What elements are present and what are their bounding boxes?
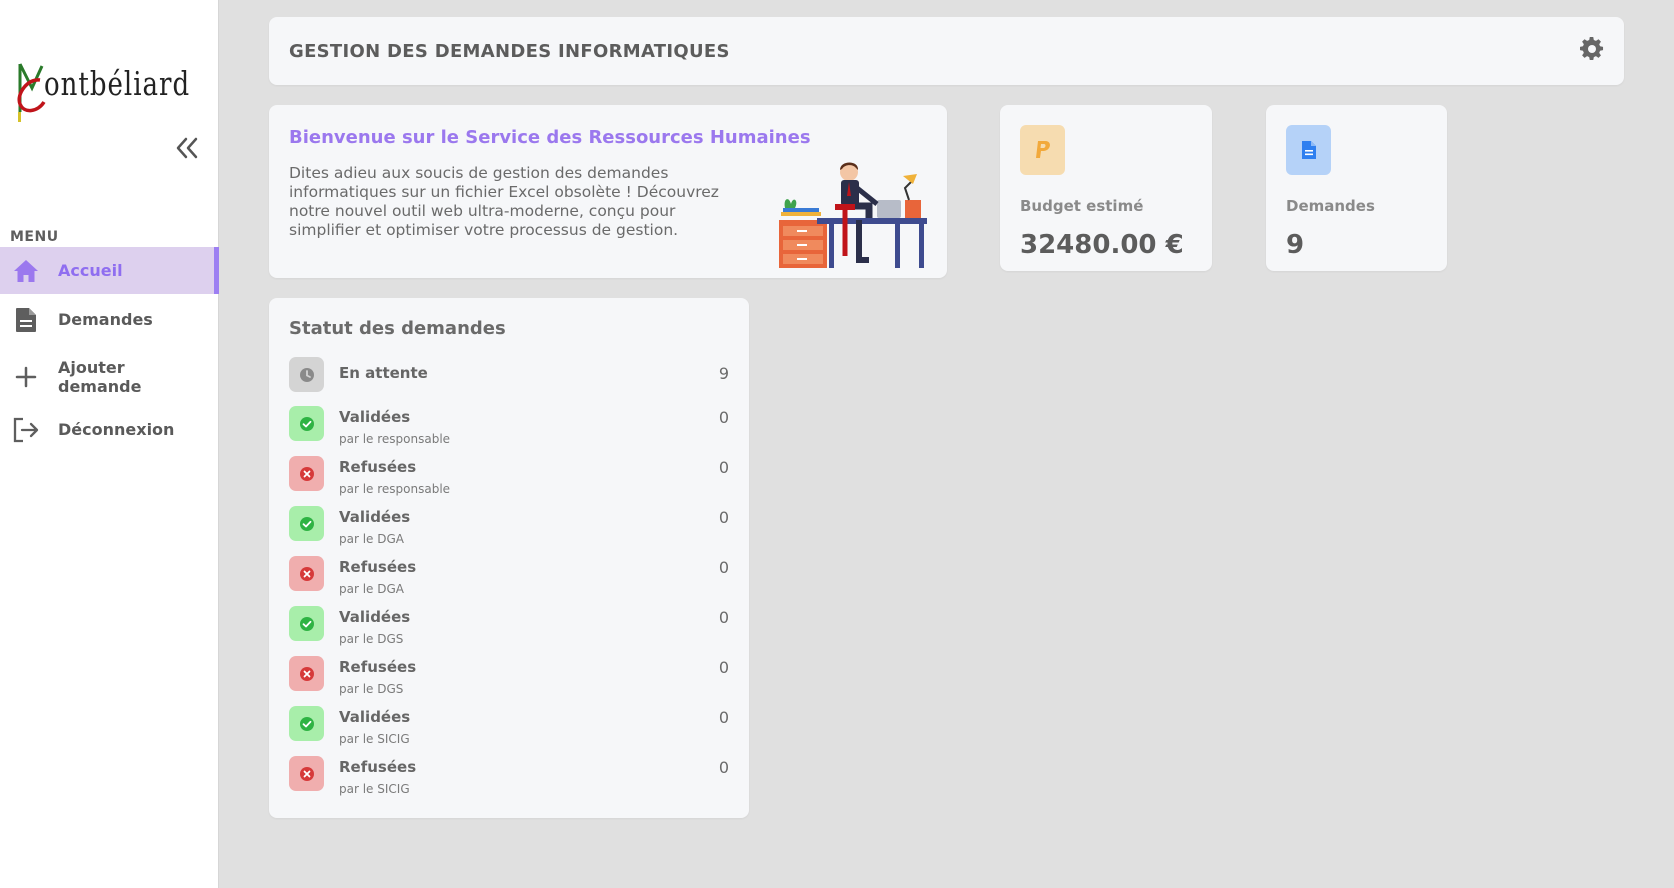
- office-worker-illustration: [779, 162, 927, 268]
- kpi-value: 9: [1286, 230, 1305, 260]
- status-name: En attente: [339, 364, 428, 382]
- status-name: Validées: [339, 408, 411, 426]
- welcome-text: Dites adieu aux soucis de gestion des de…: [289, 164, 719, 239]
- status-sub: par le DGS: [339, 682, 404, 696]
- status-row: Refusées par le SICIG 0: [289, 756, 729, 796]
- status-row: En attente 9: [289, 357, 729, 397]
- status-card: Statut des demandes En attente 9 Validée…: [269, 298, 749, 818]
- status-name: Validées: [339, 708, 411, 726]
- status-count: 0: [718, 508, 729, 527]
- status-row: Validées par le DGA 0: [289, 506, 729, 546]
- x-circle-icon: [289, 456, 324, 491]
- status-row: Refusées par le responsable 0: [289, 456, 729, 496]
- status-name: Refusées: [339, 458, 417, 476]
- status-count: 0: [718, 558, 729, 577]
- kpi-label: Demandes: [1286, 197, 1375, 215]
- home-icon: [12, 257, 40, 285]
- paypal-icon: [1020, 125, 1065, 175]
- sidebar-item-deconnexion[interactable]: Déconnexion: [0, 406, 219, 453]
- status-sub: par le SICIG: [339, 782, 410, 796]
- x-circle-icon: [289, 556, 324, 591]
- status-row: Validées par le responsable 0: [289, 406, 729, 446]
- status-sub: par le responsable: [339, 482, 451, 496]
- check-circle-icon: [289, 506, 324, 541]
- status-name: Validées: [339, 608, 411, 626]
- welcome-title: Bienvenue sur le Service des Ressources …: [289, 127, 811, 148]
- status-count: 0: [718, 458, 729, 477]
- status-row: Refusées par le DGS 0: [289, 656, 729, 696]
- status-name: Refusées: [339, 758, 417, 776]
- status-row: Validées par le DGS 0: [289, 606, 729, 646]
- status-sub: par le responsable: [339, 432, 451, 446]
- status-name: Validées: [339, 508, 411, 526]
- status-sub: par le DGA: [339, 532, 404, 546]
- document-icon: [1286, 125, 1331, 175]
- x-circle-icon: [289, 756, 324, 791]
- sidebar: ontbéliard MENU Accueil Demandes Ajouter…: [0, 0, 219, 888]
- settings-button[interactable]: [1580, 37, 1604, 61]
- sidebar-item-label: demande: [58, 377, 142, 396]
- check-circle-icon: [289, 406, 324, 441]
- sidebar-item-demandes[interactable]: Demandes: [0, 296, 219, 343]
- status-count: 0: [718, 408, 729, 427]
- montbeliard-logo[interactable]: ontbéliard: [14, 58, 189, 124]
- status-row: Refusées par le DGA 0: [289, 556, 729, 596]
- status-count: 0: [718, 608, 729, 627]
- sidebar-item-label: Déconnexion: [58, 420, 175, 439]
- status-title: Statut des demandes: [289, 318, 506, 339]
- sidebar-item-label: Ajouter: [58, 358, 125, 377]
- kpi-label: Budget estimé: [1020, 197, 1144, 215]
- page-title: GESTION DES DEMANDES INFORMATIQUES: [289, 41, 730, 62]
- gear-icon: [1580, 37, 1604, 61]
- check-circle-icon: [289, 606, 324, 641]
- collapse-sidebar-button[interactable]: [170, 134, 204, 162]
- logo-text: ontbéliard: [44, 66, 191, 104]
- document-icon: [12, 306, 40, 334]
- clock-icon: [289, 357, 324, 392]
- status-sub: par le SICIG: [339, 732, 410, 746]
- page-header: GESTION DES DEMANDES INFORMATIQUES: [269, 17, 1624, 85]
- status-count: 0: [718, 708, 729, 727]
- kpi-value: 32480.00 €: [1020, 230, 1184, 260]
- budget-card: Budget estimé 32480.00 €: [1000, 105, 1212, 271]
- demandes-card: Demandes 9: [1266, 105, 1447, 271]
- status-row: Validées par le SICIG 0: [289, 706, 729, 746]
- sidebar-item-label: Demandes: [58, 310, 153, 329]
- status-name: Refusées: [339, 558, 417, 576]
- logout-icon: [12, 416, 40, 444]
- check-circle-icon: [289, 706, 324, 741]
- status-count: 0: [718, 758, 729, 777]
- status-name: Refusées: [339, 658, 417, 676]
- status-count: 9: [718, 364, 729, 383]
- status-sub: par le DGS: [339, 632, 404, 646]
- double-chevron-left-icon: [176, 137, 198, 159]
- menu-title: MENU: [10, 229, 59, 245]
- sidebar-item-label: Accueil: [58, 261, 123, 280]
- x-circle-icon: [289, 656, 324, 691]
- sidebar-item-accueil[interactable]: Accueil: [0, 247, 219, 294]
- welcome-card: Bienvenue sur le Service des Ressources …: [269, 105, 947, 278]
- status-count: 0: [718, 658, 729, 677]
- status-sub: par le DGA: [339, 582, 404, 596]
- sidebar-item-ajouter-demande[interactable]: Ajouter demande: [0, 352, 219, 402]
- plus-icon: [12, 363, 40, 391]
